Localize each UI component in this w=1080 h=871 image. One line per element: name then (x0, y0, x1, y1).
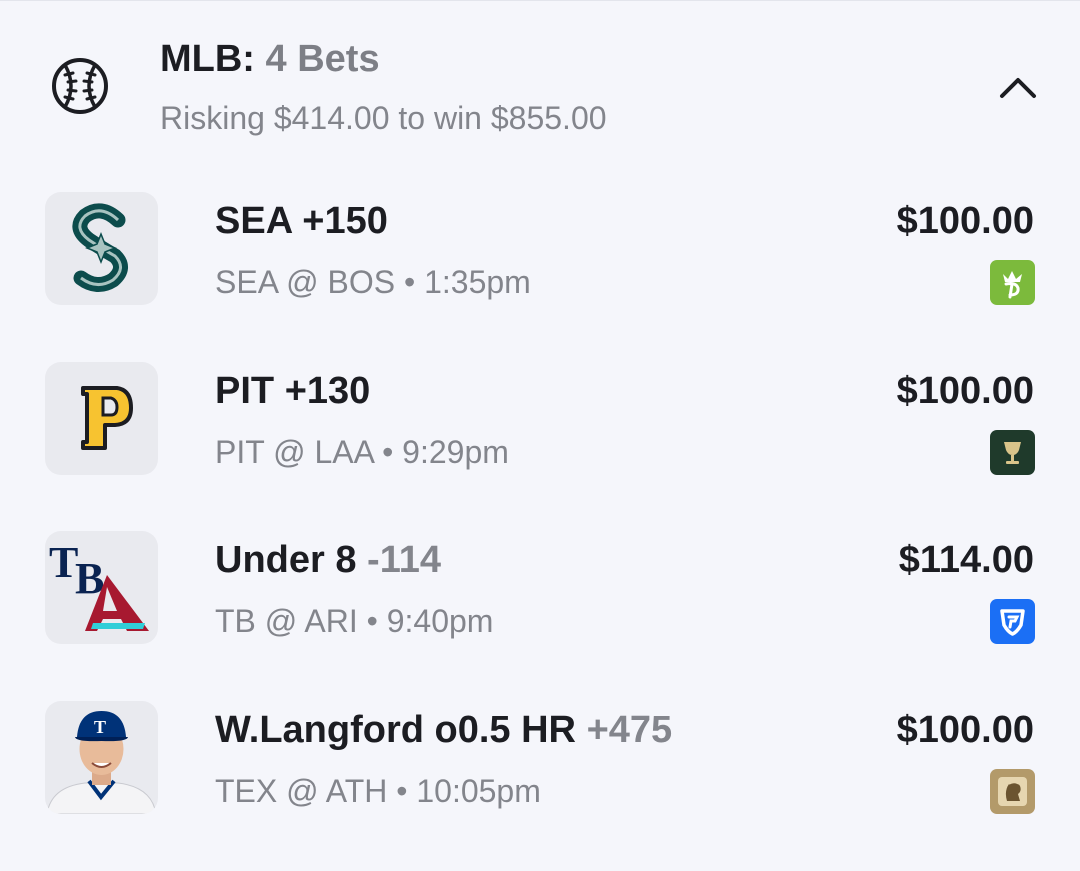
chevron-up-icon[interactable] (996, 70, 1040, 104)
league-label: MLB: (160, 38, 255, 80)
stake-amount: $114.00 (898, 539, 1034, 581)
odds-label: +475 (586, 709, 673, 751)
baseball-icon (50, 56, 110, 116)
bet-row[interactable]: PIT +130 PIT @ LAA • 9:29pm $100.00 (0, 362, 1080, 532)
bet-row[interactable]: SEA +150 SEA @ BOS • 1:35pm $100.00 (0, 192, 1080, 362)
team-logo: T B (45, 531, 158, 644)
section-title: MLB: 4 Bets (160, 38, 380, 81)
seattle-mariners-logo (72, 203, 128, 292)
bet-row[interactable]: T B Under 8 -114 TB @ ARI • 9:40pm $114.… (0, 531, 1080, 701)
stake-amount: $100.00 (896, 200, 1034, 242)
bet-pick: PIT +130 (215, 370, 370, 413)
player-headshot: T (46, 711, 157, 814)
game-info: TB @ ARI • 9:40pm (215, 603, 494, 639)
odds-label: +150 (302, 200, 388, 242)
pick-label: Under 8 (215, 539, 357, 581)
game-info: PIT @ LAA • 9:29pm (215, 434, 509, 470)
bet-row[interactable]: T W.Langford o0.5 HR +475 TEX @ ATH • 10… (0, 701, 1080, 871)
svg-text:T: T (49, 538, 78, 587)
bet-pick: Under 8 -114 (215, 539, 441, 582)
svg-text:T: T (94, 717, 106, 737)
pittsburgh-pirates-logo (81, 386, 133, 450)
pick-label: PIT (215, 370, 275, 412)
game-info: SEA @ BOS • 1:35pm (215, 264, 531, 300)
bet365-cup-icon (990, 430, 1035, 475)
bet-pick: W.Langford o0.5 HR +475 (215, 709, 672, 752)
team-logo: T (45, 701, 158, 814)
team-logo (45, 362, 158, 475)
tampa-bay-arizona-logos: T B (49, 538, 149, 631)
pick-label: W.Langford o0.5 HR (215, 709, 576, 751)
draftkings-icon (990, 260, 1035, 305)
team-logo (45, 192, 158, 305)
bet-count: 4 Bets (265, 38, 380, 80)
odds-label: +130 (284, 370, 371, 412)
section-header[interactable]: MLB: 4 Bets Risking $414.00 to win $855.… (0, 0, 1080, 170)
risk-summary: Risking $414.00 to win $855.00 (160, 100, 607, 136)
caesars-icon (990, 769, 1035, 814)
bet-pick: SEA +150 (215, 200, 388, 243)
pick-label: SEA (215, 200, 292, 242)
fanduel-icon (990, 599, 1035, 644)
stake-amount: $100.00 (896, 709, 1034, 751)
odds-label: -114 (367, 539, 442, 581)
game-info: TEX @ ATH • 10:05pm (215, 773, 541, 809)
stake-amount: $100.00 (896, 370, 1034, 412)
